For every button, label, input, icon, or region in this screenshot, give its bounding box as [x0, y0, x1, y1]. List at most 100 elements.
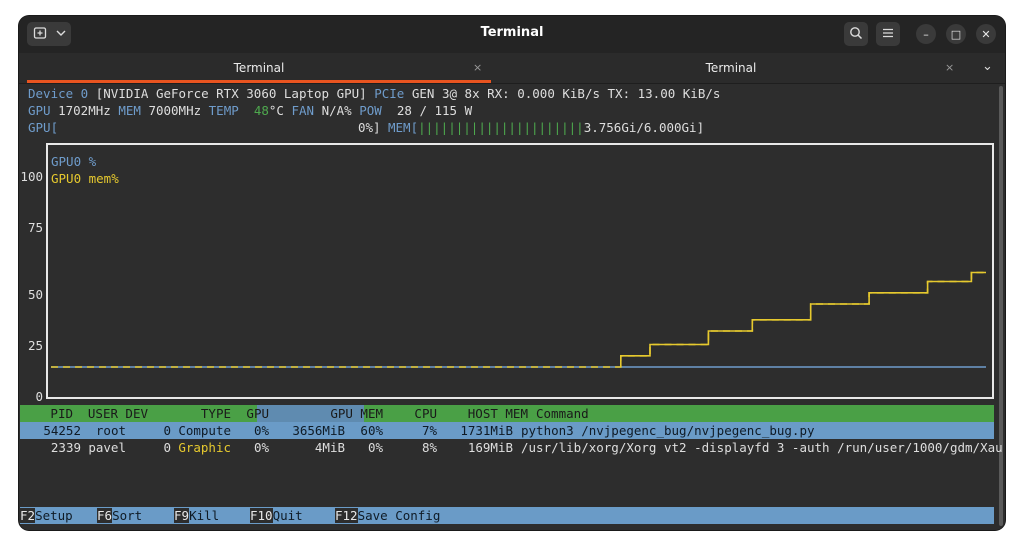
- fkey-label: F6: [97, 508, 113, 523]
- tab-terminal-1[interactable]: Terminal: [27, 53, 491, 83]
- cell-gpu: 0%: [253, 440, 269, 455]
- fkey-label: F9: [174, 508, 190, 523]
- chart-plot-area: [51, 271, 986, 368]
- table-header-row[interactable]: PID USER DEV TYPE GPU GPU MEM CPU HOST MEM Comma…: [28, 405, 589, 422]
- tab-bar: Terminal × Terminal × ⌄: [19, 53, 1005, 84]
- device-line: Device 0 [NVIDIA GeForce RTX 3060 Laptop…: [28, 85, 720, 102]
- gpu-bar-label: GPU[: [28, 120, 59, 135]
- cell-user: root: [95, 423, 126, 438]
- col-command[interactable]: Command: [536, 405, 589, 422]
- fan-value: N/A%: [321, 103, 352, 118]
- mem-util-bar: MEM[||||||||||||||||||||||3.756Gi/6.000G…: [388, 119, 704, 136]
- function-key-bar: [20, 507, 994, 524]
- tab-label: Terminal: [233, 61, 285, 75]
- col-host-mem[interactable]: HOST MEM: [437, 405, 528, 422]
- col-cpu[interactable]: CPU: [383, 405, 437, 422]
- pow-label: POW: [359, 103, 382, 118]
- temp-value: 48: [253, 103, 269, 118]
- cell-command: /usr/lib/xorg/Xorg vt2 -displayfd 3 -aut…: [521, 440, 1003, 455]
- f6-sort-button[interactable]: F6Sort: [97, 507, 142, 524]
- fkey-action: Setup: [35, 508, 73, 523]
- active-tab-indicator: [27, 80, 491, 83]
- tab-close-icon[interactable]: ×: [473, 61, 482, 74]
- tab-close-icon[interactable]: ×: [945, 61, 954, 74]
- pow-value: 28 / 115 W: [396, 103, 473, 118]
- cell-host-mem: 169MiB: [467, 440, 513, 455]
- tab-label: Terminal: [705, 61, 757, 75]
- table-row[interactable]: 2339 pavel 0 Graphic 0% 4MiB 0% 8% 169MiB/usr/li…: [28, 439, 1003, 456]
- fkey-action: Sort: [112, 508, 143, 523]
- mem-bar-value: 3.756Gi/6.000Gi]: [583, 120, 705, 135]
- pcie-value: GEN 3@ 8x RX: 0.000 KiB/s TX: 13.00 KiB/…: [411, 86, 721, 101]
- cell-host-mem: 1731MiB: [460, 423, 513, 438]
- menu-button[interactable]: [876, 22, 900, 46]
- series-gpu-mem-percent-line: [51, 271, 986, 368]
- scrollbar[interactable]: [999, 86, 1003, 526]
- hamburger-menu-icon: [882, 27, 894, 42]
- cell-pid: 54252: [43, 423, 81, 438]
- mem-clock: 7000MHz: [148, 103, 202, 118]
- gpu-util-value: 0%]: [358, 120, 381, 135]
- device-label: Device 0: [28, 86, 89, 101]
- col-user[interactable]: USER: [73, 405, 118, 422]
- cell-command: python3 /nvjpegenc_bug/nvjpegenc_bug.py: [521, 423, 815, 438]
- y-tick-0: 0: [35, 389, 43, 404]
- cell-pid: 2339: [50, 440, 81, 455]
- y-tick-25: 25: [27, 338, 43, 353]
- clock-line: GPU 1702MHz MEM 7000MHz TEMP 48°C FAN N/…: [28, 102, 472, 119]
- col-gpu-mem[interactable]: GPU MEM: [269, 405, 383, 422]
- terminal-content[interactable]: Device 0 [NVIDIA GeForce RTX 3060 Laptop…: [19, 84, 1005, 530]
- col-dev[interactable]: DEV: [118, 405, 148, 422]
- col-type[interactable]: TYPE: [148, 405, 231, 422]
- gpu-chart: GPU0 % GPU0 mem%: [46, 143, 994, 399]
- device-name: [NVIDIA GeForce RTX 3060 Laptop GPU]: [95, 86, 367, 101]
- close-button[interactable]: ✕: [976, 24, 996, 44]
- terminal-window: Terminal – □ ✕ Terminal × Terminal × ⌄ D…: [19, 16, 1005, 530]
- fkey-action: Quit: [272, 508, 303, 523]
- mem-bar-fill: ||||||||||||||||||||||: [418, 120, 584, 135]
- y-tick-50: 50: [27, 287, 43, 302]
- fkey-label: F12: [335, 508, 358, 523]
- fkey-action: Kill: [189, 508, 220, 523]
- y-tick-100: 100: [20, 169, 43, 184]
- cell-mem-pct: 0%: [367, 440, 383, 455]
- cell-gpu-mem: 3656MiB: [292, 423, 345, 438]
- cell-gpu: 0%: [253, 423, 269, 438]
- fan-label: FAN: [291, 103, 315, 118]
- f9-kill-button[interactable]: F9Kill: [174, 507, 219, 524]
- minimize-icon: –: [923, 27, 929, 41]
- f10-quit-button[interactable]: F10Quit: [250, 507, 303, 524]
- f2-setup-button[interactable]: F2Setup: [20, 507, 73, 524]
- cell-cpu: 7%: [421, 423, 437, 438]
- tabs-menu-icon[interactable]: ⌄: [982, 59, 993, 74]
- mem-bar-label: MEM[: [388, 120, 419, 135]
- search-button[interactable]: [844, 22, 868, 46]
- search-icon: [849, 26, 863, 43]
- gpu-label: GPU: [28, 103, 51, 118]
- cell-dev: 0: [163, 423, 171, 438]
- temp-unit: °C: [268, 103, 284, 118]
- cell-mem-pct: 60%: [360, 423, 383, 438]
- y-tick-75: 75: [27, 220, 43, 235]
- fkey-action: Save Config: [357, 508, 441, 523]
- cell-user: pavel: [88, 440, 126, 455]
- series-gpu-mem-percent-rise: [620, 271, 986, 367]
- maximize-button[interactable]: □: [946, 24, 966, 44]
- col-pid[interactable]: PID: [28, 405, 73, 422]
- col-gpu[interactable]: GPU: [231, 405, 269, 422]
- cell-gpu-mem: 4MiB: [314, 440, 345, 455]
- minimize-button[interactable]: –: [916, 24, 936, 44]
- temp-label: TEMP: [208, 103, 239, 118]
- pcie-label: PCIe: [374, 86, 405, 101]
- table-row[interactable]: 54252 root 0 Compute 0% 3656MiB 60% 7% 1731MiB py…: [28, 422, 815, 439]
- gpu-clock: 1702MHz: [58, 103, 111, 118]
- gpu-util-bar: GPU[: [28, 119, 58, 136]
- cell-cpu: 8%: [421, 440, 437, 455]
- tab-terminal-2[interactable]: Terminal: [499, 53, 963, 83]
- cell-dev: 0: [163, 440, 171, 455]
- fkey-label: F10: [250, 508, 273, 523]
- cell-type: Graphic: [178, 440, 231, 455]
- f12-save-config-button[interactable]: F12Save Config: [335, 507, 440, 524]
- maximize-icon: □: [950, 27, 962, 41]
- mem-label: MEM: [118, 103, 141, 118]
